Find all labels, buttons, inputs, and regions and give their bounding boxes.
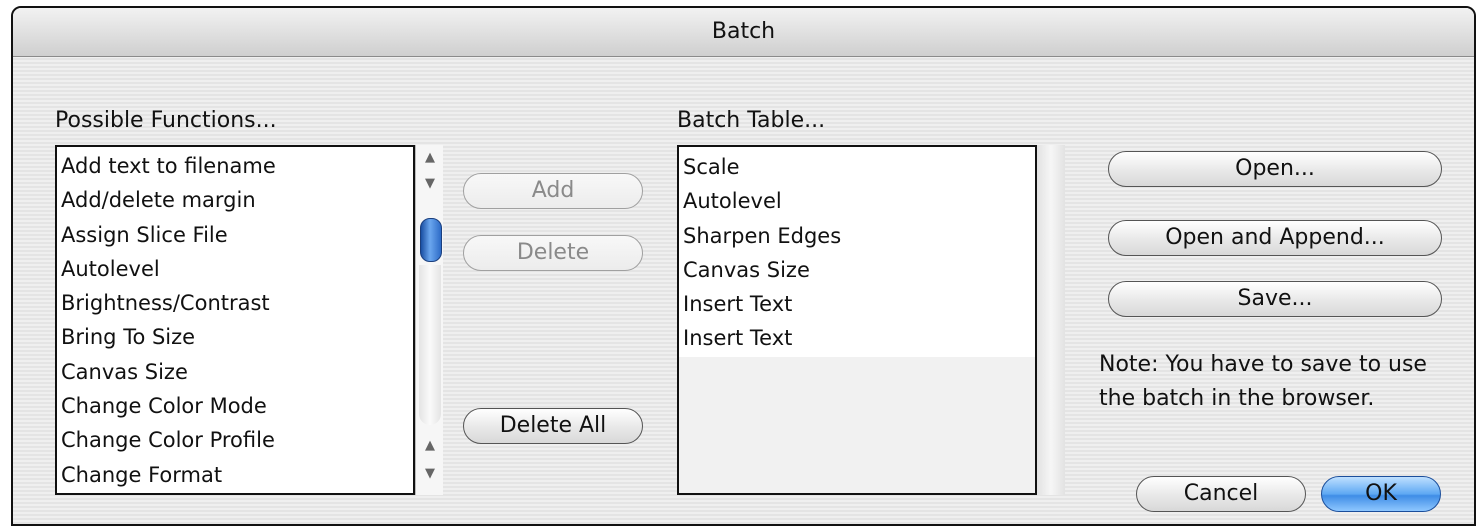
scroll-down-arrow-icon[interactable]: ▼ xyxy=(416,467,444,481)
scroll-track[interactable] xyxy=(419,265,441,425)
batch-dialog: Batch Possible Functions... Batch Table.… xyxy=(11,6,1476,526)
possible-functions-label: Possible Functions... xyxy=(55,108,277,133)
batch-table-label: Batch Table... xyxy=(677,108,826,133)
list-item[interactable]: Insert Text xyxy=(679,287,1035,321)
scroll-thumb[interactable] xyxy=(420,218,442,262)
add-button[interactable]: Add xyxy=(463,173,643,209)
possible-functions-list[interactable]: Add text to filename Add/delete margin A… xyxy=(55,145,415,495)
list-item[interactable]: Change Color Profile xyxy=(57,423,413,457)
list-item[interactable]: Canvas Size xyxy=(679,253,1035,287)
delete-button[interactable]: Delete xyxy=(463,235,643,271)
list-item[interactable]: Brightness/Contrast xyxy=(57,286,413,320)
cancel-button[interactable]: Cancel xyxy=(1136,476,1306,512)
scroll-up-arrow-icon[interactable]: ▲ xyxy=(416,439,444,453)
window-title: Batch xyxy=(13,8,1474,57)
list-item[interactable]: Sharpen Edges xyxy=(679,219,1035,253)
scroll-up-arrow-icon[interactable]: ▲ xyxy=(416,151,444,165)
list-item[interactable]: Change Format xyxy=(57,458,413,492)
list-item[interactable]: Canvas Size xyxy=(57,355,413,389)
list-empty-area xyxy=(679,357,1035,493)
list-item[interactable]: Scale xyxy=(679,150,1035,184)
list-item[interactable]: Bring To Size xyxy=(57,320,413,354)
list-item[interactable]: Autolevel xyxy=(57,252,413,286)
batch-table-scroll-strip xyxy=(1037,145,1065,495)
save-note: Note: You have to save to use the batch … xyxy=(1099,352,1427,411)
ok-button[interactable]: OK xyxy=(1321,476,1441,512)
open-button[interactable]: Open... xyxy=(1108,151,1442,187)
save-button[interactable]: Save... xyxy=(1108,281,1442,317)
list-item[interactable]: Add/delete margin xyxy=(57,183,413,217)
scroll-down-arrow-icon[interactable]: ▼ xyxy=(416,177,444,191)
functions-scrollbar[interactable]: ▲ ▼ ▲ ▼ xyxy=(415,145,443,495)
delete-all-button[interactable]: Delete All xyxy=(463,408,643,444)
list-item[interactable]: Assign Slice File xyxy=(57,218,413,252)
batch-table-list[interactable]: Scale Autolevel Sharpen Edges Canvas Siz… xyxy=(677,145,1037,495)
open-and-append-button[interactable]: Open and Append... xyxy=(1108,220,1442,256)
list-item[interactable]: Add text to filename xyxy=(57,149,413,183)
list-item[interactable]: Insert Text xyxy=(679,321,1035,355)
list-item[interactable]: Change Color Mode xyxy=(57,389,413,423)
list-item[interactable]: Autolevel xyxy=(679,184,1035,218)
